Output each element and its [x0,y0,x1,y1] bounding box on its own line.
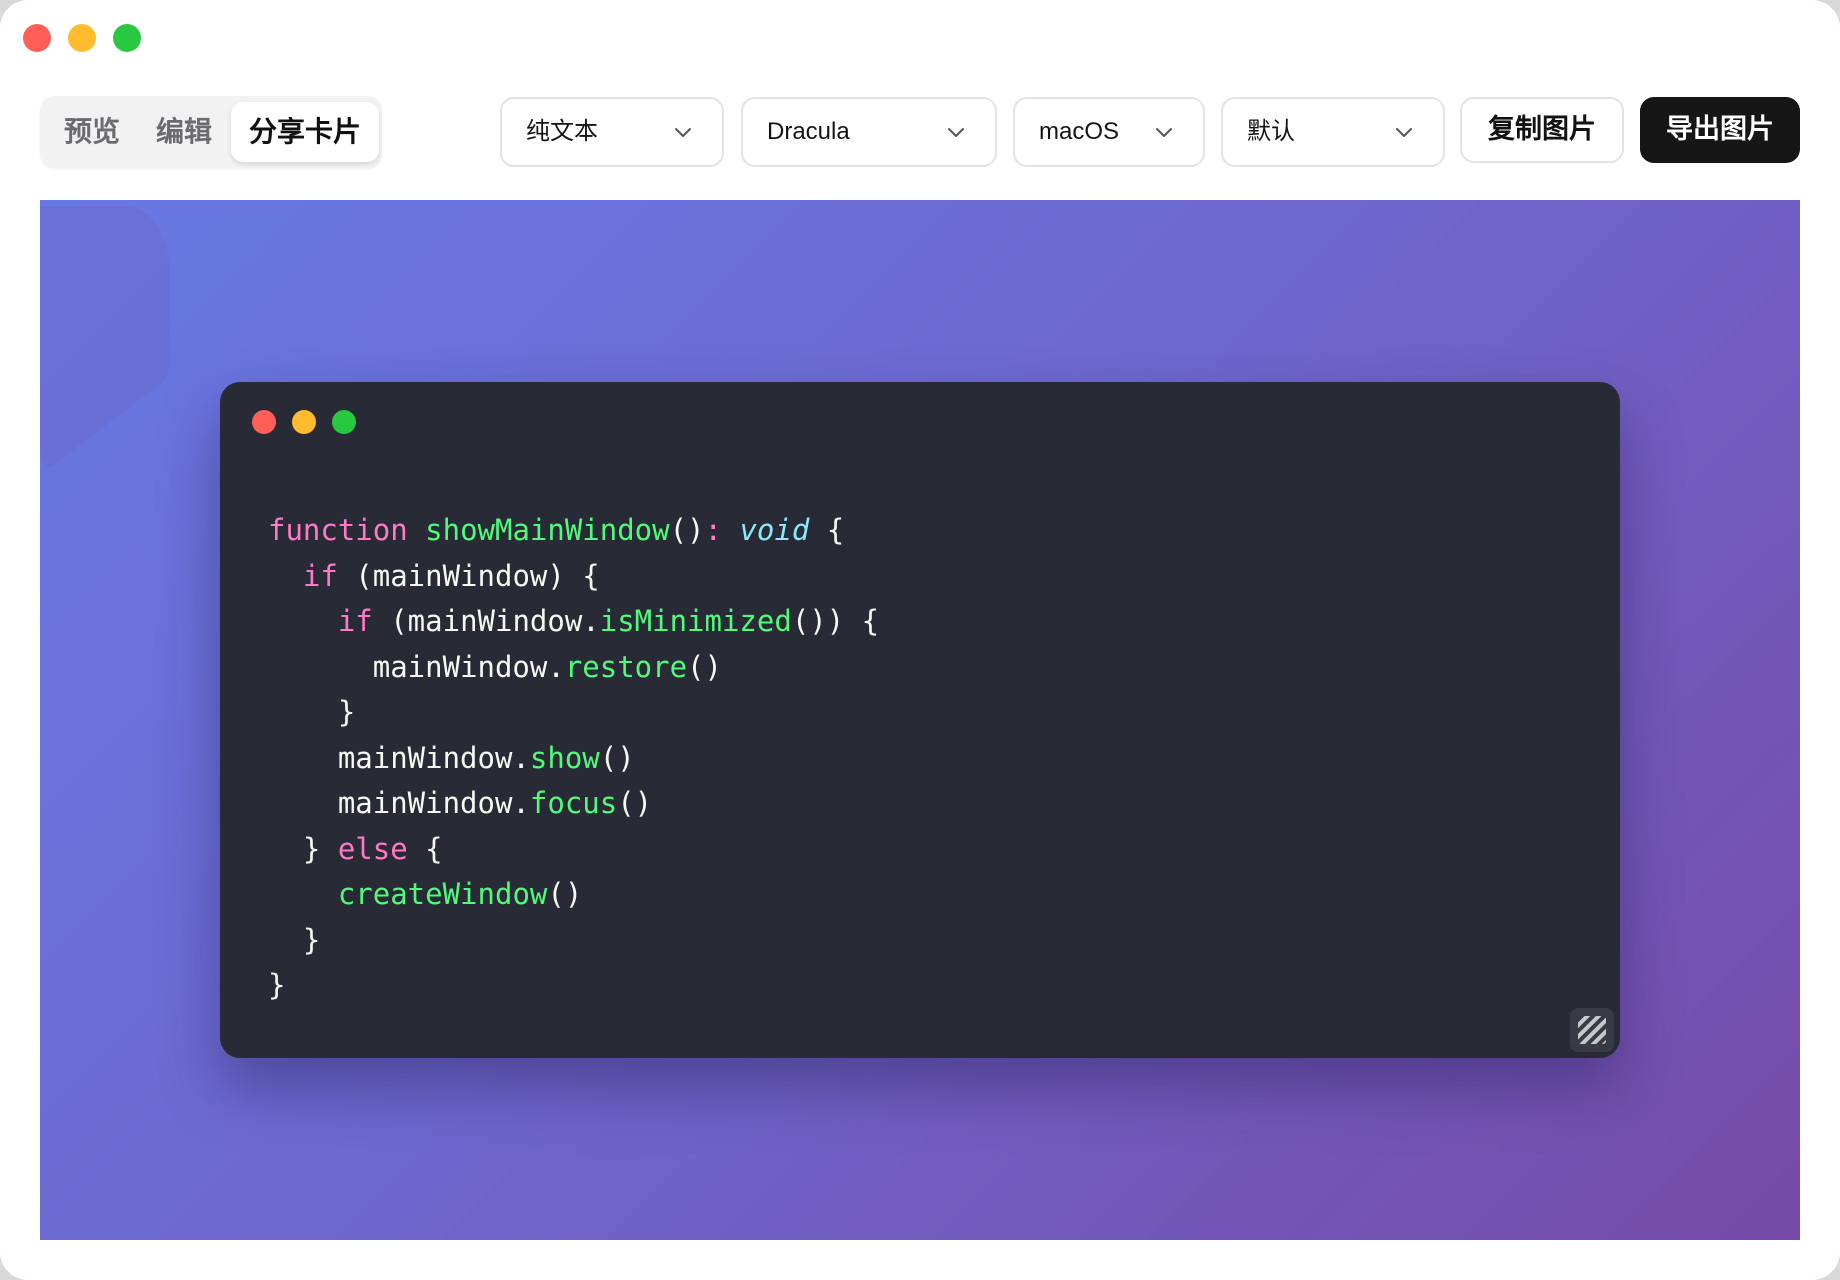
resize-grip-icon [1578,1016,1606,1044]
window-style-select-value: macOS [1039,118,1120,145]
code-line: if (mainWindow) { [268,554,879,600]
code-token: (mainWindow) { [337,558,600,593]
chevron-down-icon [675,128,691,137]
code-line: function showMainWindow(): void { [268,508,879,554]
code-token: if [302,558,338,593]
code-token: focus [529,786,618,820]
code-token: if [337,604,373,638]
code-token: { [407,831,443,866]
code-token: mainWindow. [268,649,565,684]
chevron-down-icon [1396,128,1412,137]
code-token: } [268,922,321,957]
code-token: void [739,513,810,547]
chevron-down-icon [948,128,964,137]
export-image-button[interactable]: 导出图片 [1640,97,1800,163]
code-line: mainWindow.focus() [268,781,879,827]
code-token: () [617,786,653,820]
window-controls [23,24,141,52]
code-line: createWindow() [268,872,879,918]
code-line: mainWindow.restore() [268,645,879,691]
code-token: } [268,968,286,1002]
code-card: function showMainWindow(): void { if (ma… [220,382,1620,1058]
code-line: } [268,690,879,736]
background-select-value: 默认 [1247,118,1295,145]
theme-select-value: Dracula [767,118,850,145]
card-green-dot [332,410,356,434]
code-token: () [669,513,705,547]
code-block: function showMainWindow(): void { if (ma… [268,508,879,1009]
code-line: } [268,963,879,1009]
chevron-down-icon [1156,128,1172,137]
copy-image-button[interactable]: 复制图片 [1460,97,1624,163]
code-token: } [268,831,338,866]
code-token: function [268,513,408,547]
code-token: : [704,513,722,547]
close-window-button[interactable] [23,24,51,52]
tab-edit[interactable]: 编辑 [142,102,226,162]
code-token: { [809,513,845,547]
decorative-shape [40,206,170,468]
toolbar: 预览 编辑 分享卡片 纯文本 Dracula macOS 默认 复制图片 导出图… [40,96,1800,168]
code-token: } [268,695,356,729]
tab-preview[interactable]: 预览 [50,102,134,162]
code-token: () [547,877,583,911]
language-select[interactable]: 纯文本 [500,97,724,167]
card-window-dots [252,410,356,434]
code-token: () [599,740,635,775]
code-token: showMainWindow [425,513,670,547]
code-token: createWindow [337,877,548,911]
theme-select[interactable]: Dracula [741,97,997,167]
code-token: show [529,740,600,775]
code-token: isMinimized [599,604,792,638]
code-token: mainWindow. [268,740,530,775]
language-select-value: 纯文本 [526,118,598,145]
tab-share-card[interactable]: 分享卡片 [231,102,379,162]
code-token: (mainWindow. [372,604,600,638]
app-window: 预览 编辑 分享卡片 纯文本 Dracula macOS 默认 复制图片 导出图… [0,0,1840,1280]
share-card-preview: function showMainWindow(): void { if (ma… [40,200,1800,1240]
window-style-select[interactable]: macOS [1013,97,1205,167]
code-line: if (mainWindow.isMinimized()) { [268,599,879,645]
code-line: } [268,918,879,964]
code-token: () [687,649,722,684]
code-token: restore [564,649,688,684]
background-select[interactable]: 默认 [1221,97,1445,167]
zoom-window-button[interactable] [113,24,141,52]
resize-handle[interactable] [1570,1008,1614,1052]
code-line: } else { [268,827,879,873]
code-token: else [337,831,408,866]
code-token: mainWindow. [268,786,530,820]
minimize-window-button[interactable] [68,24,96,52]
view-mode-segmented-control: 预览 编辑 分享卡片 [40,96,382,168]
card-red-dot [252,410,276,434]
code-line: mainWindow.show() [268,736,879,782]
card-yellow-dot [292,410,316,434]
code-token: ()) { [791,604,880,638]
